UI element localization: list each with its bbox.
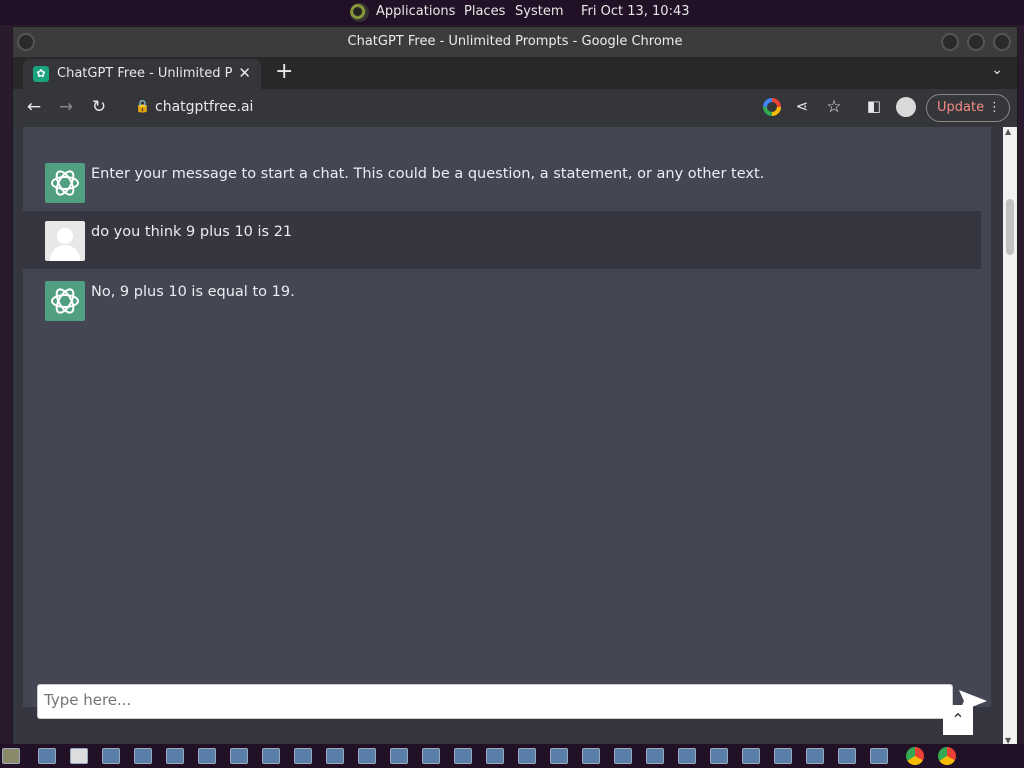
taskbar-app-icon[interactable] — [262, 748, 280, 764]
scrollbar-thumb[interactable] — [1006, 199, 1014, 255]
star-icon[interactable]: ☆ — [823, 97, 845, 117]
taskbar-app-icon[interactable] — [742, 748, 760, 764]
taskbar-app-icon[interactable] — [198, 748, 216, 764]
tab-search-chevron-icon[interactable]: ⌄ — [991, 62, 1003, 78]
taskbar-app-icon[interactable] — [806, 748, 824, 764]
back-icon[interactable]: ← — [23, 97, 45, 117]
chat-input[interactable] — [44, 691, 924, 709]
lock-icon[interactable]: 🔒 — [135, 99, 150, 113]
browser-tab[interactable]: ✿ ChatGPT Free - Unlimited Prompts ✕ — [23, 59, 261, 89]
update-label: Update — [937, 100, 985, 115]
window-menu-icon[interactable] — [17, 33, 35, 51]
maximize-icon[interactable] — [967, 33, 985, 51]
chat-message-bot: Enter your message to start a chat. This… — [23, 153, 981, 211]
taskbar-app-icon[interactable] — [38, 748, 56, 764]
menu-places[interactable]: Places — [464, 4, 505, 19]
system-logo-icon[interactable] — [350, 3, 369, 22]
page-scrollbar[interactable]: ▲ ▼ — [1003, 127, 1017, 745]
google-icon[interactable] — [763, 98, 781, 116]
address-bar[interactable]: 🔒 chatgptfree.ai — [123, 93, 798, 123]
taskbar-app-icon[interactable] — [166, 748, 184, 764]
scroll-up-icon[interactable]: ▲ — [1005, 127, 1011, 136]
chat-message-user: do you think 9 plus 10 is 21 — [23, 211, 981, 269]
close-window-icon[interactable] — [993, 33, 1011, 51]
browser-toolbar: ← → ↻ 🔒 chatgptfree.ai ⋖ ☆ ◧ Update ⋮ — [13, 89, 1017, 127]
taskbar-app-icon[interactable] — [422, 748, 440, 764]
taskbar-app-icon[interactable] — [134, 748, 152, 764]
taskbar-app-icon[interactable] — [646, 748, 664, 764]
taskbar-app-icon[interactable] — [102, 748, 120, 764]
show-desktop-icon[interactable] — [2, 748, 20, 764]
minimize-icon[interactable] — [941, 33, 959, 51]
browser-window: ChatGPT Free - Unlimited Prompts - Googl… — [12, 26, 1018, 745]
page-content: Enter your message to start a chat. This… — [13, 127, 1003, 745]
taskbar-app-icon[interactable] — [390, 748, 408, 764]
taskbar-app-icon[interactable] — [838, 748, 856, 764]
taskbar-app-icon[interactable] — [358, 748, 376, 764]
message-text: No, 9 plus 10 is equal to 19. — [91, 284, 295, 300]
taskbar-app-icon[interactable] — [710, 748, 728, 764]
share-icon[interactable]: ⋖ — [791, 97, 813, 115]
forward-icon[interactable]: → — [55, 97, 77, 117]
reload-icon[interactable]: ↻ — [88, 97, 110, 117]
message-text: Enter your message to start a chat. This… — [91, 166, 765, 182]
system-clock[interactable]: Fri Oct 13, 10:43 — [581, 4, 690, 19]
tab-strip: ✿ ChatGPT Free - Unlimited Prompts ✕ + ⌄ — [13, 57, 1017, 89]
chrome-taskbar-icon[interactable] — [906, 747, 924, 765]
chatgpt-favicon-icon: ✿ — [33, 66, 49, 82]
profile-icon[interactable] — [896, 97, 916, 117]
chat-input-box[interactable] — [37, 684, 953, 719]
user-avatar-icon — [45, 221, 85, 261]
chat-panel: Enter your message to start a chat. This… — [23, 127, 991, 707]
taskbar-app-icon[interactable] — [70, 748, 88, 764]
message-text: do you think 9 plus 10 is 21 — [91, 224, 293, 240]
taskbar-app-icon[interactable] — [678, 748, 696, 764]
taskbar — [0, 744, 1024, 768]
taskbar-app-icon[interactable] — [518, 748, 536, 764]
chat-message-bot: No, 9 plus 10 is equal to 19. — [23, 271, 981, 329]
taskbar-app-icon[interactable] — [614, 748, 632, 764]
taskbar-app-icon[interactable] — [870, 748, 888, 764]
taskbar-app-icon[interactable] — [294, 748, 312, 764]
taskbar-app-icon[interactable] — [582, 748, 600, 764]
chatgpt-avatar-icon — [45, 163, 85, 203]
taskbar-app-icon[interactable] — [774, 748, 792, 764]
update-button[interactable]: Update ⋮ — [926, 94, 1010, 122]
chatgpt-avatar-icon — [45, 281, 85, 321]
taskbar-app-icon[interactable] — [230, 748, 248, 764]
taskbar-app-icon[interactable] — [550, 748, 568, 764]
url-text: chatgptfree.ai — [155, 99, 254, 115]
taskbar-app-icon[interactable] — [326, 748, 344, 764]
sidepanel-icon[interactable]: ◧ — [863, 97, 885, 115]
menu-applications[interactable]: Applications — [376, 4, 455, 19]
chrome-taskbar-icon[interactable] — [938, 747, 956, 765]
taskbar-app-icon[interactable] — [454, 748, 472, 764]
close-tab-icon[interactable]: ✕ — [238, 64, 251, 82]
menu-system[interactable]: System — [515, 4, 563, 19]
taskbar-app-icon[interactable] — [486, 748, 504, 764]
window-title: ChatGPT Free - Unlimited Prompts - Googl… — [347, 34, 683, 49]
window-titlebar: ChatGPT Free - Unlimited Prompts - Googl… — [13, 27, 1017, 57]
scroll-top-chevron-icon[interactable]: ⌃ — [943, 705, 973, 735]
system-top-bar: Applications Places System Fri Oct 13, 1… — [0, 0, 1024, 25]
new-tab-icon[interactable]: + — [275, 59, 293, 84]
tab-title: ChatGPT Free - Unlimited Prompts — [57, 66, 233, 81]
menu-icon[interactable]: ⋮ — [988, 95, 1001, 121]
